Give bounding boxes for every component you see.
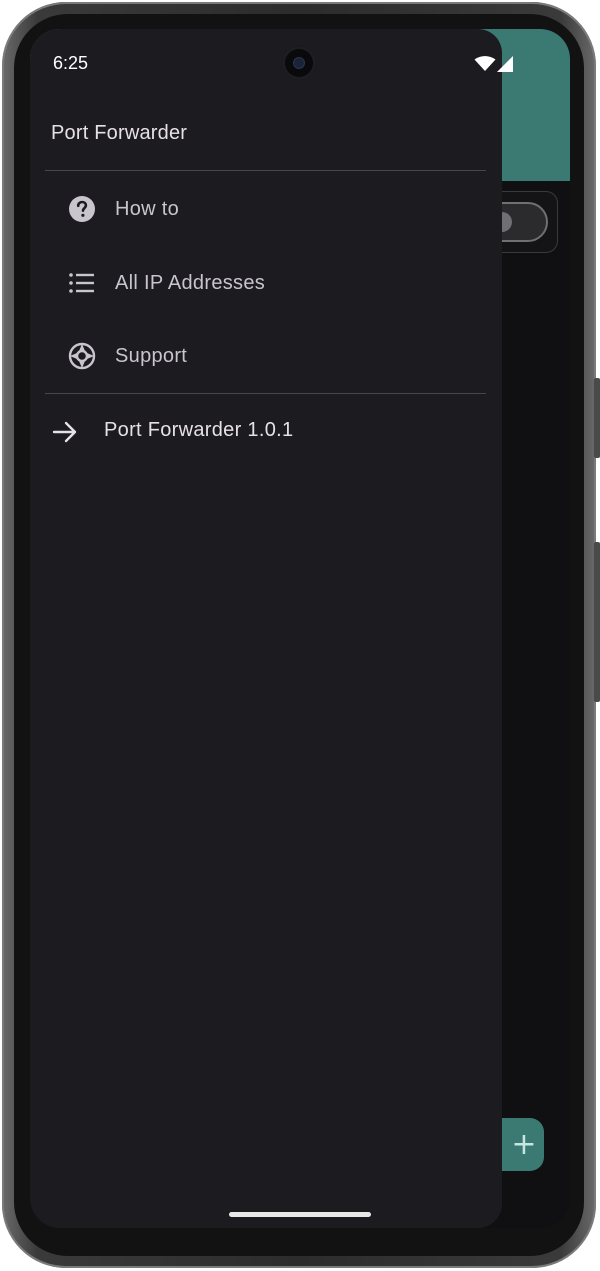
nav-item-support[interactable]: Support <box>45 326 486 386</box>
cellular-signal-icon <box>497 56 513 72</box>
list-icon <box>67 268 97 298</box>
divider <box>45 170 486 171</box>
nav-item-label: All IP Addresses <box>115 271 266 294</box>
volume-button <box>594 378 600 458</box>
app-version-label: Port Forwarder 1.0.1 <box>104 419 294 441</box>
plus-icon: + <box>511 1127 537 1162</box>
navigation-drawer: Port Forwarder How to All IP Addresses S… <box>30 29 502 1228</box>
home-indicator[interactable] <box>229 1212 371 1217</box>
power-button <box>594 542 600 702</box>
status-time: 6:25 <box>53 53 89 73</box>
divider <box>45 393 486 394</box>
nav-item-label: How to <box>115 197 180 220</box>
nav-item-label: Support <box>115 344 188 367</box>
nav-item-all-ip-addresses[interactable]: All IP Addresses <box>45 253 486 313</box>
status-bar: 6:25 <box>30 29 570 99</box>
nav-item-how-to[interactable]: How to <box>45 179 486 239</box>
drawer-title: Port Forwarder <box>51 122 188 144</box>
help-circle-icon <box>67 194 97 224</box>
app-version-row[interactable]: Port Forwarder 1.0.1 <box>45 401 486 461</box>
wifi-icon <box>474 56 496 71</box>
screen: + Port Forwarder How to All IP Addresses… <box>30 29 570 1228</box>
lifebuoy-icon <box>67 341 97 371</box>
front-camera <box>282 46 316 80</box>
arrow-right-icon <box>52 421 77 443</box>
